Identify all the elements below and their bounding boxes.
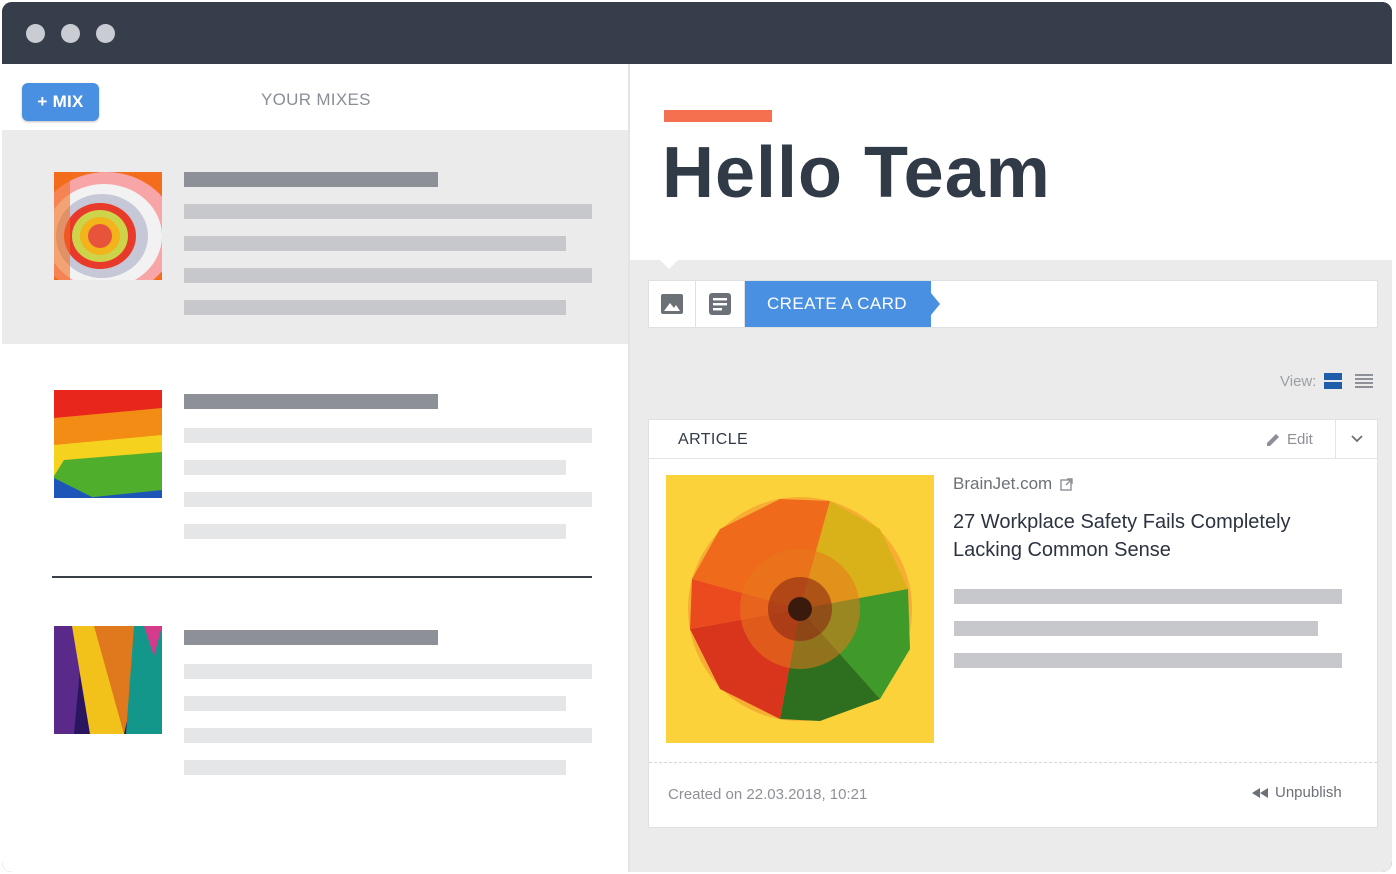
card-footer-divider xyxy=(649,762,1377,763)
add-text-button[interactable] xyxy=(696,281,745,327)
header-pointer xyxy=(660,260,678,269)
text-placeholder xyxy=(184,204,592,219)
title-bar xyxy=(2,2,1392,64)
abstract-folds-image xyxy=(54,626,162,734)
mix-list-item[interactable] xyxy=(2,344,628,576)
text-placeholder xyxy=(184,460,566,475)
list-view-icon[interactable] xyxy=(1355,374,1373,388)
add-image-button[interactable] xyxy=(649,281,696,327)
rewind-icon xyxy=(1252,787,1268,798)
text-placeholder xyxy=(184,236,566,251)
window-close-dot[interactable] xyxy=(26,24,45,43)
created-timestamp: Created on 22.03.2018, 10:21 xyxy=(668,786,868,803)
text-placeholder xyxy=(954,589,1342,604)
text-placeholder xyxy=(184,492,592,507)
card-toolbar: CREATE A CARD xyxy=(648,280,1378,328)
image-icon xyxy=(661,294,683,314)
greeting-header: Hello Team xyxy=(630,64,1392,260)
view-label: View: xyxy=(1280,373,1317,390)
mix-editor: Hello Team CREATE A CARD View: ARTICLE E… xyxy=(630,64,1392,872)
create-card-arrow xyxy=(931,293,940,315)
source-label: BrainJet.com xyxy=(953,474,1053,493)
pencil-icon xyxy=(1267,433,1279,446)
mix-title-placeholder xyxy=(184,172,438,187)
text-placeholder xyxy=(954,621,1318,636)
text-placeholder xyxy=(954,653,1342,668)
edit-label: Edit xyxy=(1287,431,1313,448)
text-placeholder xyxy=(184,268,592,283)
card-header: ARTICLE Edit xyxy=(649,420,1377,459)
parrot-feathers-image xyxy=(54,390,162,498)
app-window: + MIX YOUR MIXES Hello Team CREATE A CAR… xyxy=(2,2,1392,872)
window-maximize-dot[interactable] xyxy=(96,24,115,43)
mix-title-placeholder xyxy=(184,394,438,409)
mix-title-placeholder xyxy=(184,630,438,645)
text-placeholder xyxy=(184,300,566,315)
page-title: Hello Team xyxy=(662,133,1051,213)
article-card: ARTICLE Edit BrainJet.com 27 Workplace S… xyxy=(648,419,1378,828)
window-minimize-dot[interactable] xyxy=(61,24,80,43)
text-placeholder xyxy=(184,760,566,775)
mix-list-item[interactable] xyxy=(2,580,628,810)
add-mix-button[interactable]: + MIX xyxy=(22,83,99,121)
mix-list-item[interactable] xyxy=(2,130,628,344)
your-mixes-title: YOUR MIXES xyxy=(261,90,371,109)
concentric-rings-image xyxy=(54,172,162,280)
drop-indicator-divider xyxy=(52,576,592,578)
accent-bar xyxy=(664,110,772,122)
article-source[interactable]: BrainJet.com xyxy=(953,474,1073,494)
text-placeholder xyxy=(184,428,592,443)
text-icon xyxy=(709,293,731,315)
article-headline[interactable]: 27 Workplace Safety Fails Completely Lac… xyxy=(953,508,1343,564)
edit-button[interactable]: Edit xyxy=(1265,431,1313,448)
flower-image xyxy=(666,475,934,743)
unpublish-button[interactable]: Unpublish xyxy=(1251,784,1342,801)
text-placeholder xyxy=(184,696,566,711)
external-link-icon xyxy=(1060,477,1073,491)
mixes-sidebar: + MIX YOUR MIXES xyxy=(2,64,630,872)
chevron-down-icon xyxy=(1351,435,1363,443)
card-type-label: ARTICLE xyxy=(678,431,749,448)
card-options-dropdown[interactable] xyxy=(1335,420,1378,458)
text-placeholder xyxy=(184,728,592,743)
grid-view-icon[interactable] xyxy=(1324,373,1342,389)
text-placeholder xyxy=(184,524,566,539)
unpublish-label: Unpublish xyxy=(1275,784,1342,801)
text-placeholder xyxy=(184,664,592,679)
create-card-button[interactable]: CREATE A CARD xyxy=(745,281,931,327)
